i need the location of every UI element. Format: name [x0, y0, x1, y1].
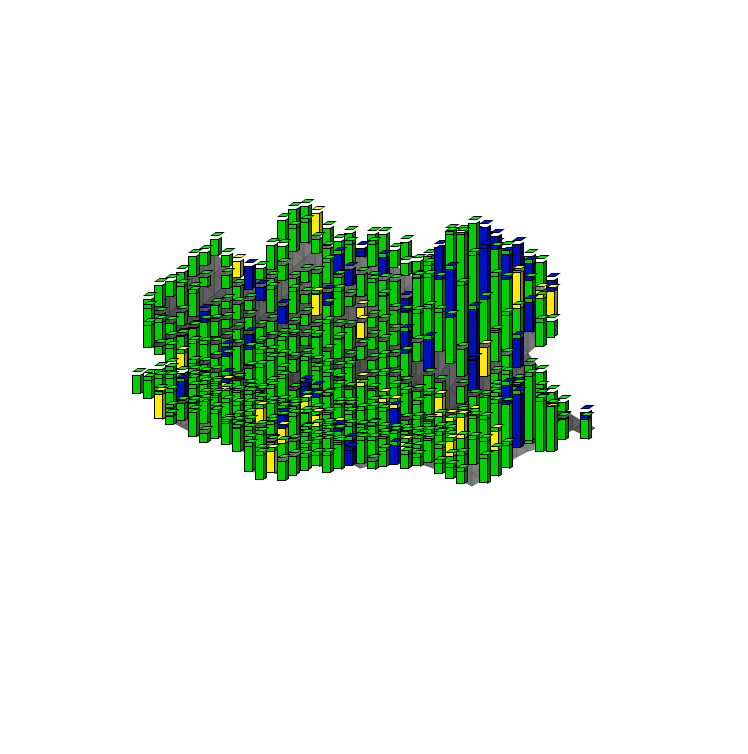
data-bar: [546, 317, 559, 337]
data-bar: [512, 390, 525, 448]
data-bar: [154, 281, 167, 308]
data-bar: [288, 452, 301, 475]
data-bar: [535, 318, 548, 347]
data-bar: [501, 441, 514, 469]
data-bar: [456, 467, 469, 484]
data-bar: [546, 402, 559, 452]
data-bar: [557, 415, 570, 440]
data-bar: [479, 454, 492, 484]
data-bar: [580, 415, 593, 440]
data-bar: [199, 248, 212, 266]
data-bar: [468, 356, 481, 391]
data-bar: [400, 349, 413, 377]
data-bar: [378, 447, 391, 467]
data-bar: [412, 453, 425, 467]
data-bar: [199, 429, 212, 443]
terrain-bar-visualization: [0, 0, 748, 754]
data-bar: [423, 335, 436, 371]
data-bar: [255, 451, 268, 480]
data-bar: [165, 412, 178, 425]
data-bar: [322, 451, 335, 473]
data-bar: [300, 453, 313, 470]
data-bar: [288, 224, 301, 252]
data-bar: [244, 296, 257, 311]
data-bar: [333, 287, 346, 317]
data-bar: [400, 450, 413, 469]
data-bar: [344, 446, 357, 466]
data-bar: [367, 457, 380, 470]
data-bar: [333, 440, 346, 470]
data-bar: [535, 397, 548, 452]
data-bar: [277, 457, 290, 481]
